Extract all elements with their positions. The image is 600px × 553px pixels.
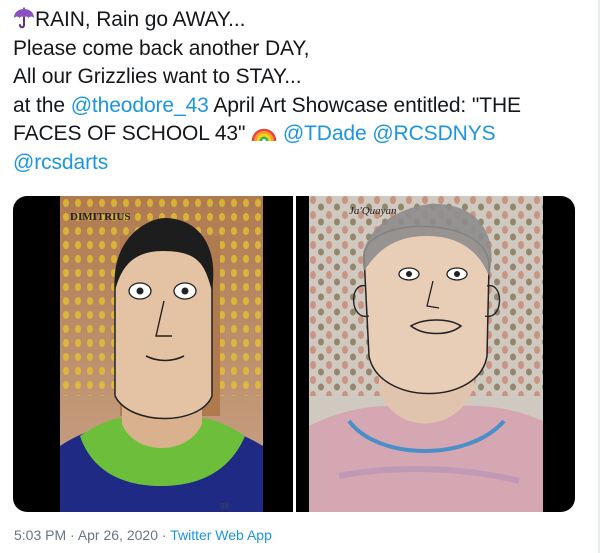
mention-link-rcsdnys[interactable]: @RCSDNYS bbox=[372, 122, 495, 145]
rainbow-icon bbox=[251, 128, 277, 142]
tweet-time[interactable]: 5:03 PM bbox=[14, 527, 66, 543]
tweet-line-text: FACES OF SCHOOL 43" bbox=[13, 122, 252, 145]
tweet-image-portrait-2[interactable]: Ja'Quayan bbox=[309, 196, 543, 512]
umbrella-icon bbox=[14, 7, 34, 29]
tweet-line-text: All our Grizzlies want to STAY... bbox=[13, 65, 302, 88]
tweet-line-text: RAIN, Rain go AWAY... bbox=[35, 8, 246, 31]
tweet-line-2: Please come back another DAY, bbox=[13, 35, 593, 64]
tweet-image-portrait-1[interactable]: DIMITRIUS 98 bbox=[60, 196, 263, 512]
tweet-line-text: Please come back another DAY, bbox=[13, 36, 310, 60]
tweet-source-link[interactable]: Twitter Web App bbox=[170, 527, 272, 543]
tweet-footer: 5:03 PM · Apr 26, 2020 · Twitter Web App bbox=[14, 527, 272, 543]
mention-link-theodore[interactable]: @theodore_43 bbox=[71, 94, 209, 117]
portrait-2-signature: Ja'Quayan bbox=[349, 205, 397, 217]
media-divider bbox=[293, 196, 296, 512]
footer-separator: · bbox=[157, 527, 171, 543]
mention-link-tdade[interactable]: @TDade bbox=[283, 122, 367, 145]
tweet-line-3: All our Grizzlies want to STAY... bbox=[13, 63, 593, 92]
tweet-line-6: @rcsdarts bbox=[13, 149, 593, 178]
footer-separator: · bbox=[66, 527, 78, 543]
tweet-text: RAIN, Rain go AWAY... Please come back a… bbox=[13, 6, 593, 177]
mention-link-rcsdarts[interactable]: @rcsdarts bbox=[13, 151, 108, 174]
tweet-line-4: at the @theodore_43 April Art Showcase e… bbox=[13, 92, 593, 121]
tweet-line-5: FACES OF SCHOOL 43" @TDade @RCSDNYS bbox=[13, 120, 593, 149]
tweet-line-text: April Art Showcase entitled: "THE bbox=[208, 93, 521, 117]
tweet-line-text: at the bbox=[13, 93, 71, 117]
portrait-1-corner-mark: 98 bbox=[220, 502, 229, 511]
portrait-1-signature: DIMITRIUS bbox=[70, 211, 131, 223]
tweet-date[interactable]: Apr 26, 2020 bbox=[78, 527, 158, 543]
media-gallery[interactable]: DIMITRIUS 98 Ja'Quayan bbox=[13, 196, 575, 512]
tweet-line-1: RAIN, Rain go AWAY... bbox=[13, 6, 593, 35]
